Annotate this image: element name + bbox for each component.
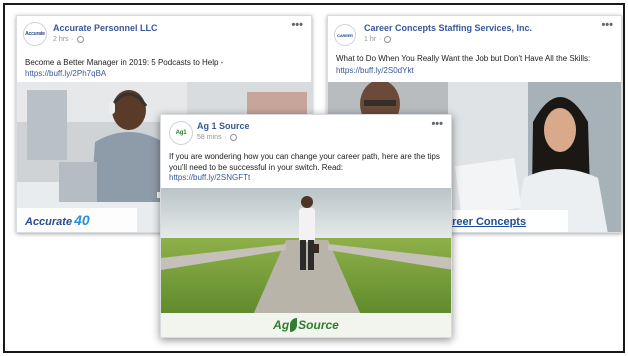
post-link[interactable]: https://buff.ly/2SNGFTt xyxy=(169,173,250,182)
ag1source-logo: Ag Source xyxy=(161,313,451,337)
more-options-icon[interactable]: ••• xyxy=(291,19,303,31)
post-meta: 2 hrs · xyxy=(53,36,84,43)
crossroads-photo xyxy=(161,188,451,313)
page-avatar[interactable]: Accurate xyxy=(23,22,47,46)
globe-icon xyxy=(384,36,392,43)
post-image[interactable] xyxy=(161,188,451,313)
post-time[interactable]: 58 mins xyxy=(197,134,222,141)
post-text: What to Do When You Really Want the Job … xyxy=(336,54,591,63)
accurate-logo-number: 40 xyxy=(74,212,90,228)
leaf-one-icon xyxy=(290,318,298,332)
page-name[interactable]: Ag 1 Source xyxy=(197,121,250,131)
post-meta: 58 mins · xyxy=(197,134,237,141)
more-options-icon[interactable]: ••• xyxy=(431,118,443,130)
globe-icon xyxy=(76,36,84,43)
post-header: CAREER Career Concepts Staffing Services… xyxy=(328,16,621,56)
page-avatar[interactable]: CAREER xyxy=(334,24,356,46)
page-avatar[interactable]: Ag1 xyxy=(169,121,193,145)
post-meta: 1 hr · xyxy=(364,36,392,43)
page-name[interactable]: Career Concepts Staffing Services, Inc. xyxy=(364,23,532,33)
career-concepts-logo-text: areer Concepts xyxy=(446,216,527,228)
post-time[interactable]: 1 hr xyxy=(364,36,376,43)
avatar-text: Accurate xyxy=(25,31,45,37)
accurate-logo-text: Accurate xyxy=(25,216,73,228)
more-options-icon[interactable]: ••• xyxy=(601,19,613,31)
post-header: Ag1 Ag 1 Source 58 mins · ••• xyxy=(161,115,451,155)
post-header: Accurate Accurate Personnel LLC 2 hrs · … xyxy=(17,16,311,56)
post-link[interactable]: https://buff.ly/2Ph7qBA xyxy=(25,69,106,78)
source-logo-text: Source xyxy=(298,318,339,332)
avatar-text: CAREER xyxy=(337,32,353,38)
post-text: If you are wondering how you can change … xyxy=(169,152,440,172)
screenshot-frame: Accurate Accurate Personnel LLC 2 hrs · … xyxy=(3,3,625,353)
post-text: Become a Better Manager in 2019: 5 Podca… xyxy=(25,58,224,67)
page-name[interactable]: Accurate Personnel LLC xyxy=(53,23,158,33)
globe-icon xyxy=(229,134,237,141)
post-card-ag1source: Ag1 Ag 1 Source 58 mins · ••• If you are… xyxy=(160,114,452,338)
post-time[interactable]: 2 hrs xyxy=(53,36,69,43)
career-concepts-logo: areer Concepts xyxy=(446,212,526,230)
avatar-text: Ag1 xyxy=(175,130,187,136)
post-link[interactable]: https://buff.ly/2S0dYkt xyxy=(336,66,414,75)
accurate-logo: Accurate 40 xyxy=(25,212,90,228)
ag-logo-text: Ag xyxy=(273,318,290,332)
